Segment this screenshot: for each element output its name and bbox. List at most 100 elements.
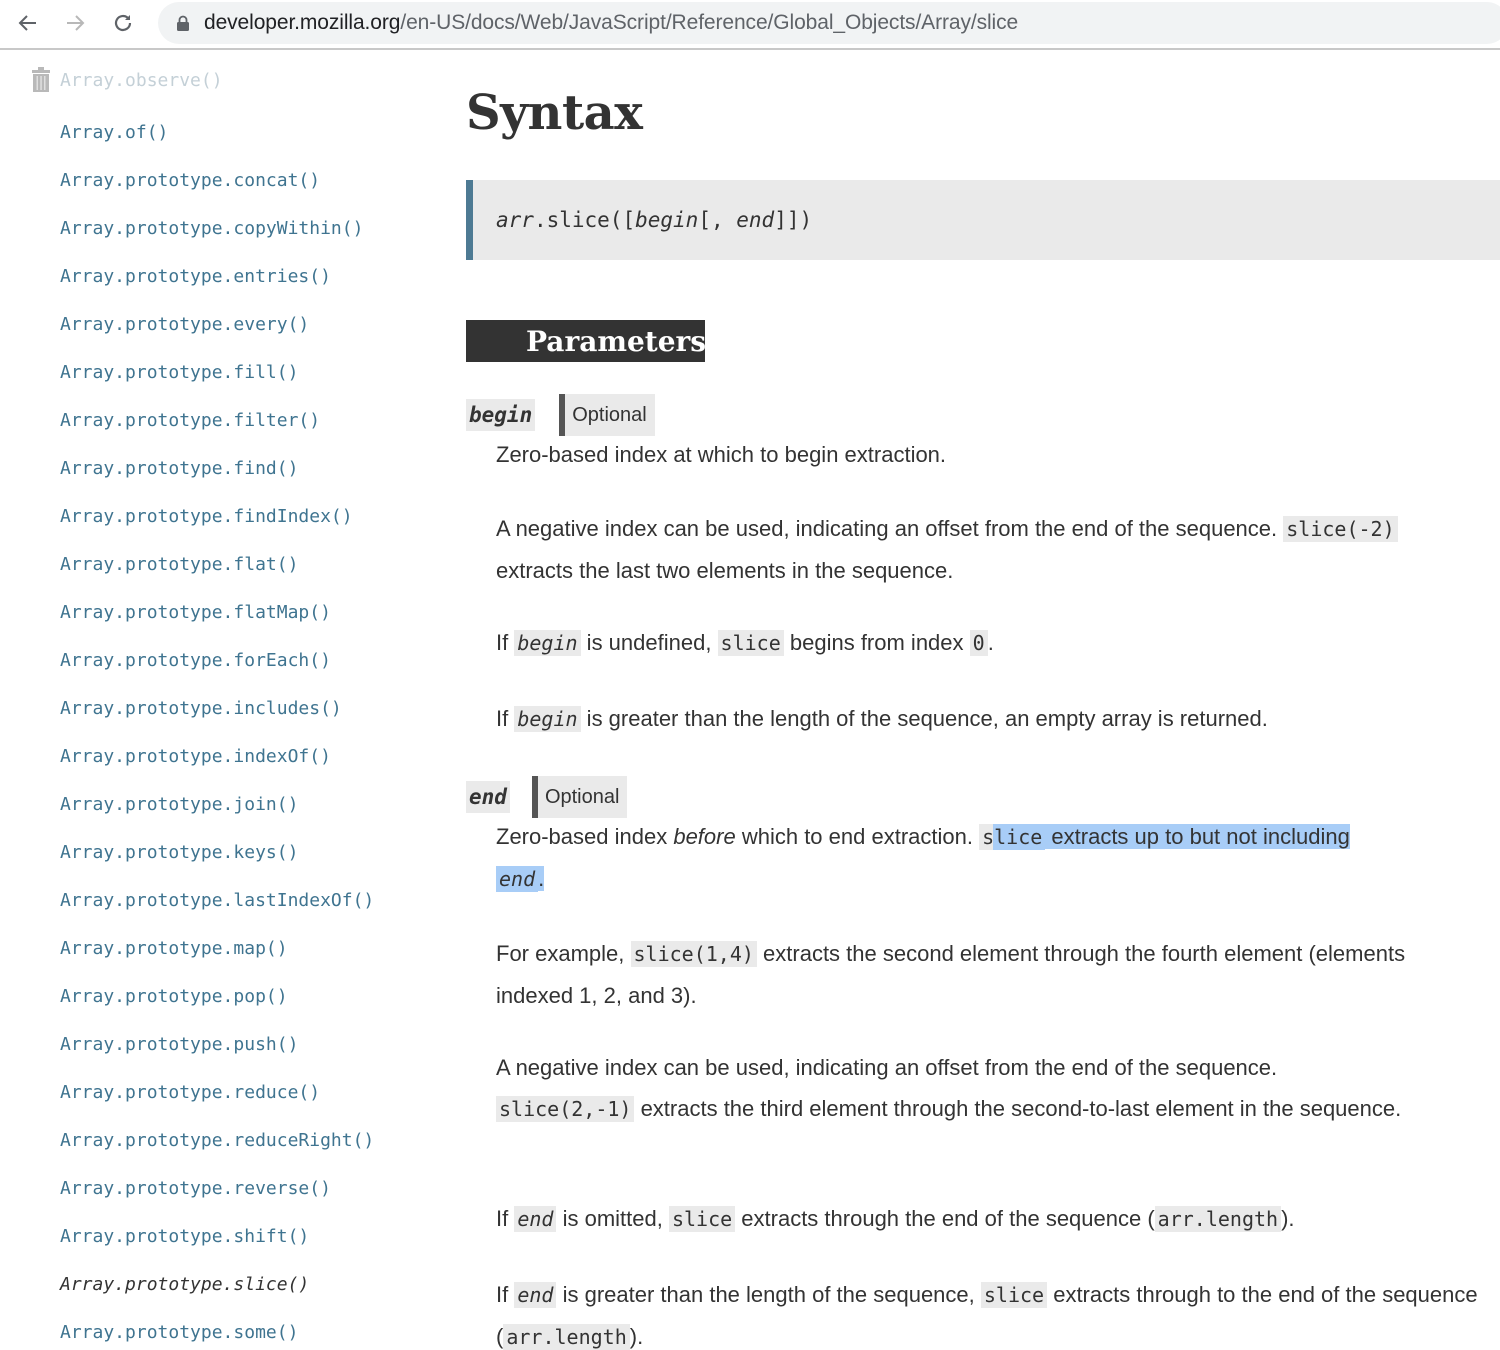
text: If	[496, 1282, 515, 1307]
inline-code: end	[514, 1282, 557, 1308]
sidebar-item[interactable]: Array.prototype.copyWithin()	[60, 218, 363, 239]
sidebar-item[interactable]: Array.prototype.every()	[60, 314, 309, 335]
emphasis: before	[673, 824, 736, 849]
end-omitted-note: If end is omitted, slice extracts throug…	[496, 1198, 1486, 1240]
inline-code: begin	[514, 630, 581, 656]
sidebar-item[interactable]: Array.prototype.lastIndexOf()	[60, 890, 374, 911]
inline-code: slice	[668, 1206, 736, 1232]
address-bar[interactable]: developer.mozilla.org/en-US/docs/Web/Jav…	[158, 2, 1500, 44]
selected-text: .	[538, 866, 545, 891]
begin-greater-note: If begin is greater than the length of t…	[496, 698, 1486, 740]
sidebar-item[interactable]: Array.prototype.some()	[60, 1322, 298, 1343]
trash-icon	[32, 67, 50, 92]
text: begins from index	[783, 630, 970, 655]
sidebar-item[interactable]: Array.prototype.slice()	[60, 1274, 309, 1295]
param-end-term: end Optional	[466, 776, 628, 818]
sidebar-item[interactable]: Array.prototype.findIndex()	[60, 506, 353, 527]
sidebar-item[interactable]: Array.prototype.flatMap()	[60, 602, 331, 623]
text: extracts the last two elements in the se…	[496, 558, 954, 583]
syntax-obj: arr	[496, 208, 534, 232]
forward-button[interactable]	[60, 8, 90, 38]
text: For example,	[496, 941, 631, 966]
inline-code: 0	[969, 630, 988, 656]
syntax-param-end: end	[736, 208, 775, 232]
sidebar-item[interactable]: Array.prototype.entries()	[60, 266, 331, 287]
end-greater-note: If end is greater than the length of the…	[496, 1274, 1486, 1350]
inline-code: slice(2,-1)	[496, 1096, 635, 1122]
sidebar-item[interactable]: Array.prototype.find()	[60, 458, 298, 479]
syntax-method: .slice([	[533, 208, 636, 232]
sidebar-item-label: Array.observe()	[60, 69, 223, 91]
inline-code: begin	[514, 706, 581, 732]
sidebar-item[interactable]: Array.prototype.pop()	[60, 986, 288, 1007]
sidebar-item-array-observe[interactable]: Array.observe()	[30, 67, 223, 93]
text: If	[496, 706, 515, 731]
syntax-close: ]])	[774, 208, 813, 232]
selected-text: extracts up to but not including	[1045, 824, 1350, 849]
browser-toolbar: developer.mozilla.org/en-US/docs/Web/Jav…	[0, 0, 1500, 50]
sidebar-item[interactable]: Array.prototype.join()	[60, 794, 298, 815]
inline-code: slice	[979, 824, 1046, 850]
sidebar-nav: Array.observe() Array.of() Array.prototyp…	[0, 52, 440, 1350]
optional-badge: Optional	[531, 776, 628, 818]
end-description: Zero-based index before which to end ext…	[496, 816, 1486, 900]
main-content: Syntax arr.slice([begin[, end]]) Paramet…	[466, 52, 1500, 1350]
param-name: end	[466, 781, 510, 813]
sidebar-item[interactable]: Array.prototype.reduce()	[60, 1082, 320, 1103]
text: Zero-based index	[496, 824, 674, 849]
syntax-param-begin: begin	[635, 208, 699, 232]
url-text: developer.mozilla.org/en-US/docs/Web/Jav…	[204, 11, 1018, 35]
text: is undefined,	[580, 630, 718, 655]
param-begin-term: begin Optional	[466, 394, 655, 436]
optional-badge: Optional	[559, 394, 655, 436]
sidebar-item[interactable]: Array.prototype.fill()	[60, 362, 298, 383]
sidebar-item[interactable]: Array.prototype.includes()	[60, 698, 342, 719]
sidebar-item[interactable]: Array.prototype.reverse()	[60, 1178, 331, 1199]
text: is greater than the length of the sequen…	[556, 1282, 981, 1307]
sidebar-item[interactable]: Array.of()	[60, 122, 168, 143]
inline-code: end	[496, 866, 539, 892]
sidebar-item[interactable]: Array.prototype.map()	[60, 938, 288, 959]
inline-code: end	[514, 1206, 557, 1232]
param-name: begin	[466, 399, 536, 431]
text: extracts the third element through the s…	[634, 1096, 1402, 1121]
syntax-heading: Syntax	[466, 85, 643, 141]
text: If	[496, 630, 515, 655]
back-button[interactable]	[13, 8, 43, 38]
inline-code: slice	[980, 1282, 1048, 1308]
inline-code: slice(-2)	[1283, 516, 1398, 542]
parameters-heading: Parameters	[466, 320, 706, 362]
inline-code: slice(1,4)	[630, 941, 757, 967]
sidebar-item[interactable]: Array.prototype.concat()	[60, 170, 320, 191]
url-path: /en-US/docs/Web/JavaScript/Reference/Glo…	[400, 11, 1019, 34]
text: extracts through the end of the sequence…	[735, 1206, 1155, 1231]
inline-code: slice	[717, 630, 784, 656]
end-negative-note: A negative index can be used, indicating…	[496, 1047, 1486, 1130]
reload-icon	[114, 14, 132, 32]
text: .	[987, 630, 994, 655]
begin-description: Zero-based index at which to begin extra…	[496, 442, 947, 467]
sidebar-item[interactable]: Array.prototype.flat()	[60, 554, 298, 575]
sidebar-item[interactable]: Array.prototype.forEach()	[60, 650, 331, 671]
inline-code: arr.length	[1154, 1206, 1282, 1232]
sidebar-item[interactable]: Array.prototype.keys()	[60, 842, 298, 863]
text: which to end extraction.	[735, 824, 980, 849]
end-example-note: For example, slice(1,4) extracts the sec…	[496, 933, 1486, 1016]
forward-arrow-icon	[67, 15, 85, 31]
back-arrow-icon	[18, 15, 36, 31]
sidebar-item[interactable]: Array.prototype.filter()	[60, 410, 320, 431]
text: is greater than the length of the sequen…	[580, 706, 1268, 731]
syntax-code-block: arr.slice([begin[, end]])	[466, 180, 1500, 260]
sidebar-item[interactable]: Array.prototype.shift()	[60, 1226, 309, 1247]
sidebar-item[interactable]: Array.prototype.push()	[60, 1034, 298, 1055]
inline-code: arr.length	[503, 1324, 630, 1350]
text: ).	[1281, 1206, 1295, 1231]
text: A negative index can be used, indicating…	[496, 1055, 1278, 1080]
text: If	[496, 1206, 515, 1231]
sidebar-item[interactable]: Array.prototype.reduceRight()	[60, 1130, 374, 1151]
syntax-sep: [,	[698, 208, 737, 232]
sidebar-item[interactable]: Array.prototype.indexOf()	[60, 746, 331, 767]
begin-undefined-note: If begin is undefined, slice begins from…	[496, 622, 1486, 664]
begin-negative-note: A negative index can be used, indicating…	[496, 508, 1486, 591]
reload-button[interactable]	[108, 8, 138, 38]
